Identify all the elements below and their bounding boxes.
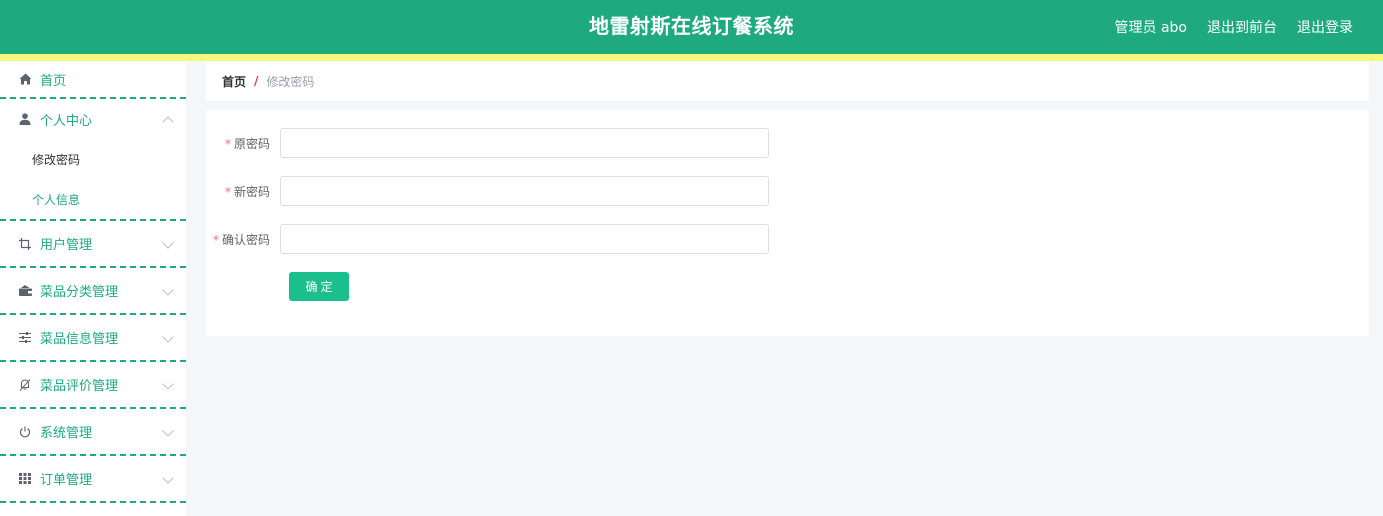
user-icon [18,112,32,126]
old-password-input[interactable] [280,128,769,158]
sidebar-item-personal-center[interactable]: 个人中心 [0,99,186,139]
header-accent-strip [0,54,1383,61]
breadcrumb: 首页 / 修改密码 [206,61,1369,101]
home-icon [18,72,32,86]
sliders-icon [18,331,32,345]
logout-link[interactable]: 退出登录 [1297,17,1353,37]
new-password-row: * 新密码 [206,176,769,206]
sidebar-item-dish-category[interactable]: 菜品分类管理 [0,268,186,315]
sidebar-item-dish-info[interactable]: 菜品信息管理 [0,315,186,362]
sidebar-item-user-management[interactable]: 用户管理 [0,221,186,268]
required-mark: * [224,136,231,151]
chevron-down-icon [162,471,174,484]
confirm-password-label-text: 确认密码 [221,232,270,247]
sidebar-subitem-personal-info[interactable]: 个人信息 [0,179,186,219]
old-password-label-text: 原密码 [233,136,270,151]
sidebar-item-label: 订单管理 [40,473,93,488]
chevron-down-icon [162,377,174,390]
sidebar-item-home[interactable]: 首页 [0,61,186,99]
change-password-form: * 原密码 * 新密码 * 确认密码 确定 [206,110,1369,336]
exit-to-front-link[interactable]: 退出到前台 [1207,17,1277,37]
new-password-input[interactable] [280,176,769,206]
sidebar-item-label: 首页 [40,73,67,89]
sidebar-item-label: 菜品分类管理 [40,285,119,300]
personal-center-submenu: 修改密码 个人信息 [0,139,186,221]
sidebar-item-orders[interactable]: 订单管理 [0,456,186,503]
grid-icon [18,472,32,486]
header-actions: 管理员 abo 退出到前台 退出登录 [1115,0,1353,54]
sidebar: 首页 个人中心 修改密码 个人信息 用户管理 菜品分类管理 菜品信息管理 菜品评… [0,61,186,516]
sidebar-item-label: 个人中心 [40,113,93,129]
sidebar-item-label: 用户管理 [40,238,93,253]
required-mark: * [224,184,231,199]
power-icon [18,425,32,439]
sidebar-item-label: 菜品评价管理 [40,379,119,394]
sidebar-item-label: 系统管理 [40,426,93,441]
bell-off-icon [18,378,32,392]
breadcrumb-home[interactable]: 首页 [222,73,246,90]
sidebar-item-dish-review[interactable]: 菜品评价管理 [0,362,186,409]
old-password-row: * 原密码 [206,128,769,158]
sidebar-item-system[interactable]: 系统管理 [0,409,186,456]
submit-button[interactable]: 确定 [289,272,349,301]
chevron-down-icon [162,330,174,343]
sidebar-subitem-change-password[interactable]: 修改密码 [0,139,186,179]
wallet-icon [18,284,32,298]
top-bar: 地雷射斯在线订餐系统 管理员 abo 退出到前台 退出登录 [0,0,1383,54]
new-password-label-text: 新密码 [233,184,270,199]
old-password-label: * 原密码 [206,135,280,152]
crop-icon [18,237,32,251]
chevron-down-icon [162,283,174,296]
new-password-label: * 新密码 [206,183,280,200]
breadcrumb-separator: / [254,74,259,88]
sidebar-item-label: 菜品信息管理 [40,332,119,347]
confirm-password-row: * 确认密码 [206,224,769,254]
chevron-up-icon [162,116,174,128]
confirm-password-input[interactable] [280,224,769,254]
breadcrumb-current: 修改密码 [266,74,315,89]
admin-label[interactable]: 管理员 abo [1115,17,1187,37]
chevron-down-icon [162,424,174,437]
required-mark: * [212,232,219,247]
confirm-password-label: * 确认密码 [206,231,280,248]
chevron-down-icon [162,236,174,249]
